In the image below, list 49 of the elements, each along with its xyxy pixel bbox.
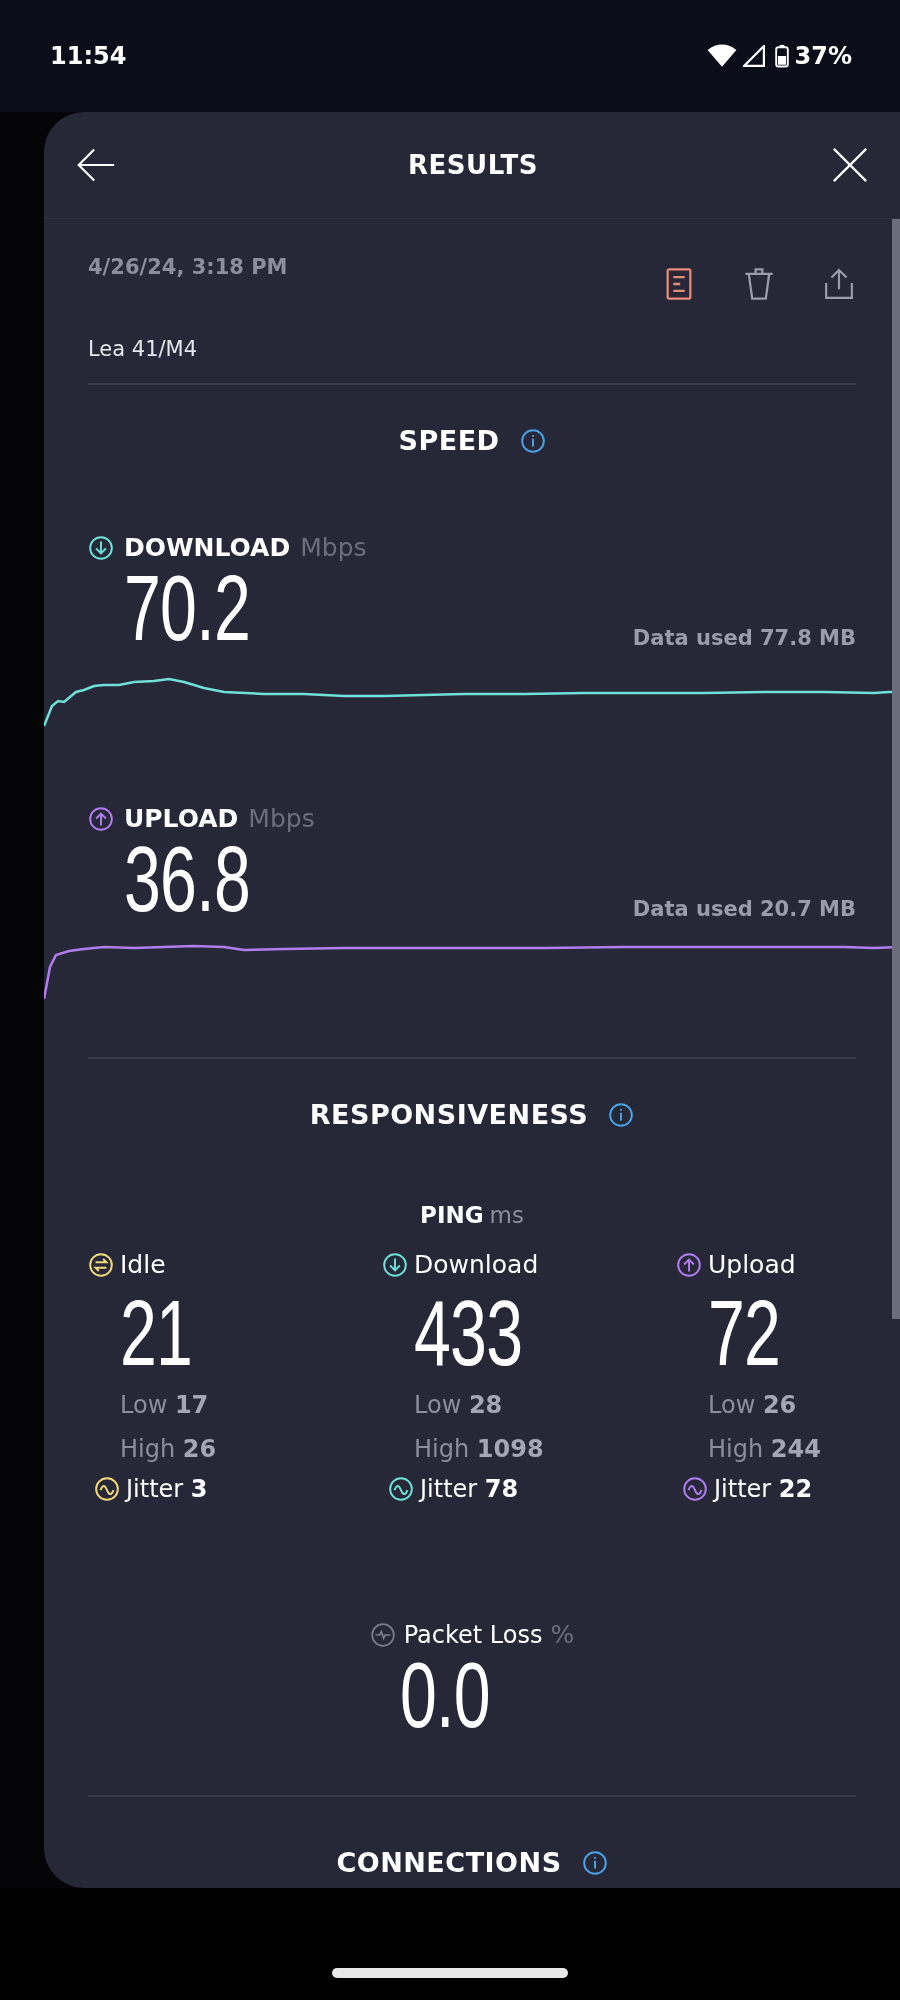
ping-high: High 26 (120, 1434, 218, 1465)
status-time: 11:54 (50, 42, 127, 70)
data-used: Data used 20.7 MB (632, 897, 856, 923)
scrollbar[interactable] (892, 219, 900, 1319)
test-date: 4/26/24, 3:18 PM (88, 255, 288, 279)
metric-unit: Mbps (300, 533, 367, 562)
section-title: CONNECTIONS (336, 1847, 562, 1878)
back-arrow-icon[interactable] (76, 146, 116, 184)
info-icon[interactable] (519, 427, 546, 454)
ping-high: High 1098 (414, 1434, 545, 1465)
ping-low: Low 17 (120, 1390, 210, 1421)
battery-icon (774, 44, 789, 68)
wifi-icon (706, 44, 737, 68)
jitter-value: Jitter 3 (126, 1475, 208, 1503)
metric-value: 70.2 (124, 562, 251, 654)
ping-low: Low 26 (708, 1390, 798, 1421)
metric-unit: Mbps (248, 804, 315, 833)
close-icon[interactable] (830, 146, 870, 184)
ping-high: High 244 (708, 1434, 822, 1465)
server-name: Lea 41/M4 (88, 337, 199, 361)
packet-loss-unit: % (550, 1620, 575, 1649)
data-used: Data used 77.8 MB (632, 626, 856, 652)
packet-loss-label: Packet Loss (403, 1620, 543, 1649)
ping-low: Low 28 (414, 1390, 504, 1421)
screen-title: RESULTS (408, 150, 538, 180)
section-title: SPEED (398, 425, 500, 456)
metric-label: UPLOAD (124, 804, 239, 833)
document-icon[interactable] (664, 267, 694, 301)
share-icon[interactable] (824, 267, 854, 301)
jitter-value: Jitter 22 (714, 1475, 813, 1503)
signal-icon (742, 45, 765, 67)
trash-icon[interactable] (744, 267, 774, 301)
ping-type-label: Upload (708, 1250, 796, 1279)
ping-value: 433 (414, 1287, 524, 1379)
battery-percent: 37% (794, 42, 852, 70)
metric-value: 36.8 (124, 833, 251, 925)
ping-unit: ms (489, 1202, 524, 1228)
section-title: RESPONSIVENESS (309, 1099, 589, 1130)
ping-value: 72 (708, 1287, 782, 1379)
ping-label: PING (420, 1202, 484, 1228)
pulse-circle-icon (369, 1621, 396, 1648)
packet-loss-value: 0.0 (399, 1649, 490, 1741)
ping-value: 21 (120, 1287, 194, 1379)
jitter-value: Jitter 78 (420, 1475, 519, 1503)
info-icon[interactable] (608, 1101, 635, 1128)
ping-type-label: Idle (120, 1250, 166, 1279)
metric-label: DOWNLOAD (124, 533, 291, 562)
ping-type-label: Download (414, 1250, 539, 1279)
info-icon[interactable] (581, 1849, 608, 1876)
